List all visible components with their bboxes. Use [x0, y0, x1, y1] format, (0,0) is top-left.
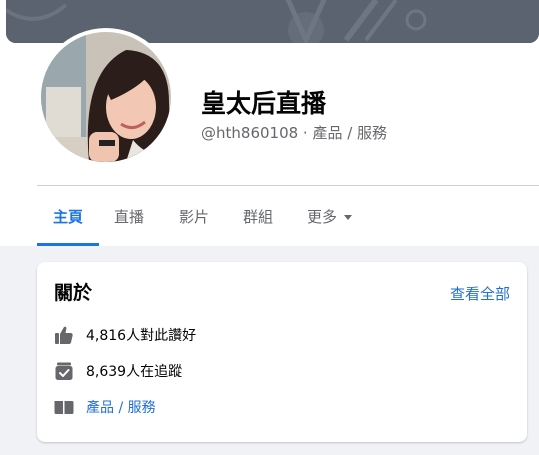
thumbs-up-icon	[53, 324, 75, 346]
page-title: 皇太后直播	[201, 89, 327, 118]
likes-row: 4,816人對此讚好	[53, 324, 196, 346]
category-row: 產品 / 服務	[53, 396, 156, 418]
tab-label: 群組	[243, 207, 274, 226]
category-link[interactable]: 產品 / 服務	[86, 397, 156, 417]
about-card: 關於 查看全部 4,816人對此讚好 8,639人在追蹤 產品 / 服務	[37, 262, 527, 442]
follow-check-icon	[53, 360, 75, 382]
tab-label: 影片	[179, 207, 210, 226]
tab-label: 主頁	[52, 207, 83, 226]
tab-live[interactable]: 直播	[114, 186, 144, 246]
tab-more[interactable]: 更多	[307, 186, 353, 246]
page-tabs: 主頁 直播 影片 群組 更多	[37, 186, 353, 246]
tab-label: 更多	[307, 207, 338, 226]
followers-count: 8,639人在追蹤	[86, 364, 183, 380]
likes-count: 4,816人對此讚好	[86, 328, 197, 344]
about-title: 關於	[54, 282, 93, 304]
chevron-down-icon	[344, 214, 353, 220]
tab-home[interactable]: 主頁	[37, 186, 99, 246]
page-handle-category: @hth860108 · 產品 / 服務	[201, 124, 388, 142]
avatar-photo	[41, 32, 171, 162]
tab-videos[interactable]: 影片	[179, 186, 209, 246]
category-folder-icon	[53, 396, 75, 418]
page-header: 皇太后直播 @hth860108 · 產品 / 服務 主頁 直播 影片 群組 更…	[0, 0, 539, 246]
tab-label: 直播	[114, 207, 145, 226]
tab-groups[interactable]: 群組	[243, 186, 273, 246]
followers-row: 8,639人在追蹤	[53, 360, 182, 382]
avatar[interactable]	[41, 32, 171, 162]
see-all-link[interactable]: 查看全部	[450, 283, 510, 304]
